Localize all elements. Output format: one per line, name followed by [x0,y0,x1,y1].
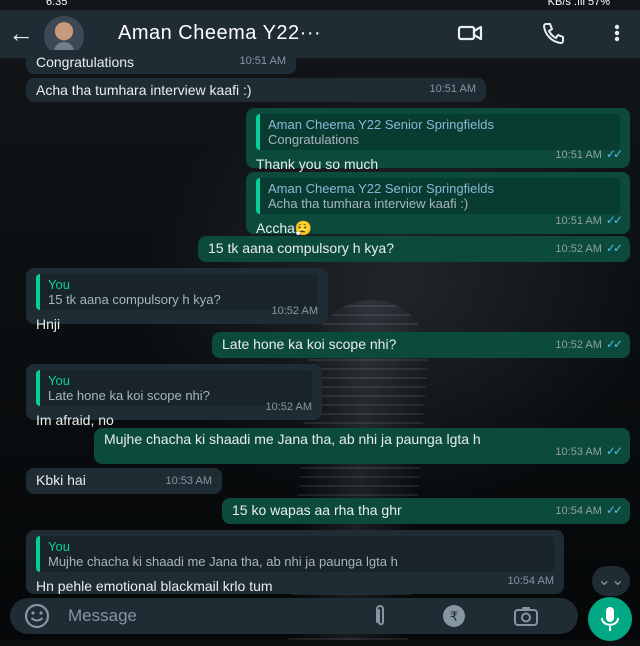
read-ticks-icon: ✓✓ [605,147,623,161]
paperclip-icon[interactable] [366,602,394,630]
arrow-left-icon[interactable]: ← [8,20,34,46]
message-incoming[interactable]: Acha tha tumhara interview kaafi :) 10:5… [26,78,486,102]
double-chevron-down-icon[interactable]: ⌄⌄ [592,566,630,596]
message-time: 10:54 AM [555,505,602,517]
rupee-icon[interactable]: ₹ [440,602,468,630]
message-time: 10:52 AM [555,339,602,351]
message-incoming[interactable]: You Late hone ka koi scope nhi? Im afrai… [26,364,322,428]
message-outgoing[interactable]: 15 ko wapas aa rha tha ghr 10:54 AM ✓✓ [222,498,630,524]
message-meta: 10:52 AM ✓✓ [555,240,623,258]
quoted-sender: You [48,373,70,388]
message-meta: 10:51 AM ✓✓ [555,146,623,164]
svg-text:₹: ₹ [450,610,458,625]
phone-icon[interactable] [540,20,568,46]
message-time: 10:52 AM [555,243,602,255]
quoted-message[interactable]: Aman Cheema Y22 Senior Springfields Cong… [256,114,620,150]
message-time: 10:51 AM [555,215,602,227]
message-meta: 10:53 AM ✓✓ [555,444,623,460]
quoted-message[interactable]: You Mujhe chacha ki shaadi me Jana tha, … [36,536,554,572]
message-meta: 10:54 AM ✓✓ [555,502,623,520]
message-text: Im afraid, no [36,412,114,428]
message-meta: 10:52 AM ✓✓ [555,336,623,354]
read-ticks-icon: ✓✓ [605,503,623,517]
read-ticks-icon: ✓✓ [605,213,623,227]
contact-name[interactable]: Aman Cheema Y22··· [118,22,321,45]
message-text: 15 tk aana compulsory h kya? [208,240,394,256]
message-time: 10:51 AM [555,149,602,161]
quoted-sender: Aman Cheema Y22 Senior Springfields [268,181,494,196]
video-call-icon[interactable] [456,20,484,46]
read-ticks-icon: ✓✓ [605,444,623,458]
quoted-sender: Aman Cheema Y22 Senior Springfields [268,117,494,132]
message-incoming[interactable]: Kbki hai 10:53 AM [26,468,222,494]
message-text: Accha [256,220,295,236]
message-time: 10:51 AM [239,55,286,67]
more-vert-icon[interactable] [610,20,624,46]
message-text: Hn pehle emotional blackmail krlo tum [36,578,273,594]
quoted-sender: You [48,539,70,554]
quoted-text: Mujhe chacha ki shaadi me Jana tha, ab n… [48,554,398,569]
message-outgoing[interactable]: Aman Cheema Y22 Senior Springfields Cong… [246,108,630,172]
message-time: 10:53 AM [555,446,602,458]
message-outgoing[interactable]: Late hone ka koi scope nhi? 10:52 AM ✓✓ [212,332,630,358]
message-incoming[interactable]: You 15 tk aana compulsory h kya? Hnji 10… [26,268,328,332]
message-incoming[interactable]: You Mujhe chacha ki shaadi me Jana tha, … [26,530,564,594]
status-bar: 6:35 KB/s .ıll 57% [0,0,640,10]
message-text: Late hone ka koi scope nhi? [222,336,397,352]
message-text: Thank you so much [256,156,379,172]
camera-icon[interactable] [512,602,540,630]
quoted-message[interactable]: Aman Cheema Y22 Senior Springfields Acha… [256,178,620,214]
message-text: Hnji [36,316,61,332]
message-text: Congratulations [36,54,135,70]
message-time: 10:51 AM [429,83,476,95]
message-time: 10:54 AM [507,575,554,587]
message-list[interactable]: Congratulations 10:51 AM Acha tha tumhar… [0,50,640,596]
read-ticks-icon: ✓✓ [605,241,623,255]
read-ticks-icon: ✓✓ [605,337,623,351]
message-time: 10:52 AM [271,305,318,317]
emoji-icon[interactable] [22,601,52,631]
message-incoming[interactable]: Congratulations 10:51 AM [26,50,296,74]
message-text: Mujhe chacha ki shaadi me Jana tha, ab n… [104,431,481,447]
quoted-sender: You [48,277,70,292]
quoted-text: Acha tha tumhara interview kaafi :) [268,196,469,211]
mic-button[interactable] [588,597,632,641]
message-text: Kbki hai [36,472,86,488]
message-input[interactable] [66,603,350,629]
mic-icon [601,607,619,631]
message-outgoing[interactable]: 15 tk aana compulsory h kya? 10:52 AM ✓✓ [198,236,630,262]
quoted-text: Congratulations [268,132,360,147]
status-indicators: KB/s .ıll 57% [547,0,610,8]
message-meta: 10:51 AM ✓✓ [555,212,623,230]
message-text: 15 ko wapas aa rha tha ghr [232,502,402,518]
status-time: 6:35 [46,0,68,8]
message-outgoing[interactable]: Mujhe chacha ki shaadi me Jana tha, ab n… [94,428,630,464]
message-time: 10:52 AM [265,401,312,413]
message-outgoing[interactable]: Aman Cheema Y22 Senior Springfields Acha… [246,172,630,236]
message-text: Acha tha tumhara interview kaafi :) [36,82,252,98]
message-emoji: 😮‍💨 [294,220,313,236]
message-time: 10:53 AM [165,475,212,487]
